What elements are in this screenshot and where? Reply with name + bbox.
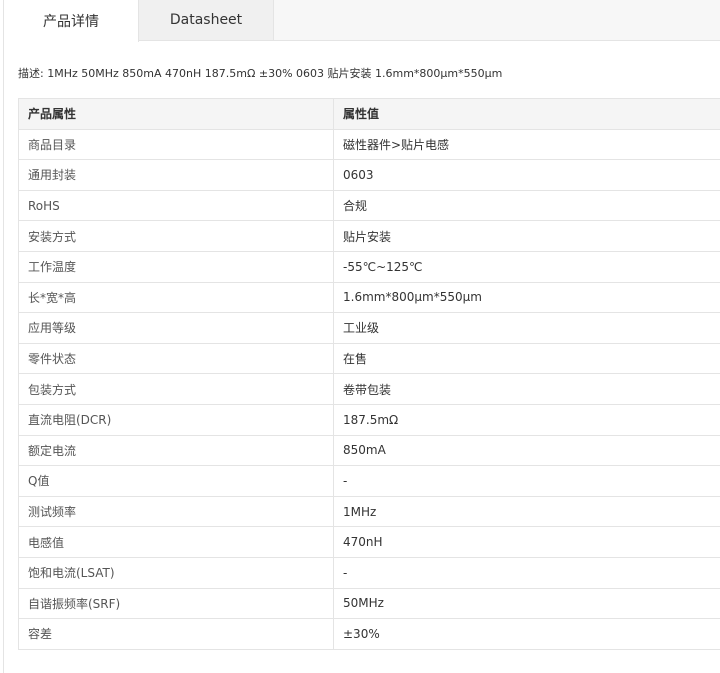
table-header-row: 产品属性 属性值 (18, 98, 720, 130)
property-name: 应用等级 (18, 312, 334, 344)
table-row: 容差 ±30% (18, 618, 720, 650)
table-row: Q值 - (18, 465, 720, 497)
tab-product-details[interactable]: 产品详情 (4, 0, 139, 42)
property-value: - (333, 556, 720, 589)
table-row: 商品目录 磁性器件>贴片电感 (18, 128, 720, 161)
property-name: 零件状态 (18, 342, 334, 375)
description-text: 1MHz 50MHz 850mA 470nH 187.5mΩ ±30% 0603… (47, 67, 503, 80)
property-name: 通用封装 (18, 159, 334, 191)
property-name: 安装方式 (18, 220, 334, 252)
property-name: 额定电流 (18, 434, 334, 467)
table-row: 长*宽*高 1.6mm*800μm*550μm (18, 281, 720, 314)
property-value: ±30% (333, 618, 720, 650)
spec-table: 产品属性 属性值 商品目录 磁性器件>贴片电感 通用封装 0603 RoHS 合规 安装方式… (18, 98, 720, 650)
property-name: 长*宽*高 (18, 281, 334, 314)
table-row: 额定电流 850mA (18, 434, 720, 467)
property-value: 工业级 (333, 312, 720, 344)
property-value: 合规 (333, 189, 720, 222)
property-name: 容差 (18, 618, 334, 650)
table-row: 应用等级 工业级 (18, 312, 720, 344)
property-name: Q值 (18, 465, 334, 497)
property-value: 贴片安装 (333, 220, 720, 252)
table-row: 电感值 470nH (18, 526, 720, 558)
table-row: RoHS 合规 (18, 189, 720, 222)
product-detail-panel: 产品详情 Datasheet 描述: 1MHz 50MHz 850mA 470n… (3, 0, 720, 673)
header-value: 属性值 (333, 98, 720, 130)
property-name: 自谐振频率(SRF) (18, 587, 334, 620)
table-row: 通用封装 0603 (18, 159, 720, 191)
property-value: -55℃~125℃ (333, 250, 720, 283)
product-description: 描述: 1MHz 50MHz 850mA 470nH 187.5mΩ ±30% … (4, 41, 720, 98)
property-value: 470nH (333, 526, 720, 558)
property-name: 直流电阻(DCR) (18, 403, 334, 436)
property-value: - (333, 465, 720, 497)
tab-datasheet[interactable]: Datasheet (139, 0, 274, 40)
property-value: 0603 (333, 159, 720, 191)
property-value: 卷带包装 (333, 373, 720, 405)
property-name: 饱和电流(LSAT) (18, 556, 334, 589)
table-row: 饱和电流(LSAT) - (18, 556, 720, 589)
property-name: 电感值 (18, 526, 334, 558)
property-name: 包装方式 (18, 373, 334, 405)
property-value: 1MHz (333, 495, 720, 528)
property-value: 50MHz (333, 587, 720, 620)
property-value: 在售 (333, 342, 720, 375)
property-name: 商品目录 (18, 128, 334, 161)
table-row: 自谐振频率(SRF) 50MHz (18, 587, 720, 620)
table-row: 测试频率 1MHz (18, 495, 720, 528)
tab-bar: 产品详情 Datasheet (4, 0, 720, 42)
table-row: 零件状态 在售 (18, 342, 720, 375)
header-property: 产品属性 (18, 98, 334, 130)
description-label: 描述: (18, 67, 44, 80)
property-value: 磁性器件>贴片电感 (333, 128, 720, 161)
property-name: 测试频率 (18, 495, 334, 528)
property-name: 工作温度 (18, 250, 334, 283)
property-value: 850mA (333, 434, 720, 467)
table-row: 直流电阻(DCR) 187.5mΩ (18, 403, 720, 436)
table-row: 安装方式 贴片安装 (18, 220, 720, 252)
property-value: 187.5mΩ (333, 403, 720, 436)
table-row: 工作温度 -55℃~125℃ (18, 250, 720, 283)
table-row: 包装方式 卷带包装 (18, 373, 720, 405)
property-name: RoHS (18, 189, 334, 222)
property-value: 1.6mm*800μm*550μm (333, 281, 720, 314)
